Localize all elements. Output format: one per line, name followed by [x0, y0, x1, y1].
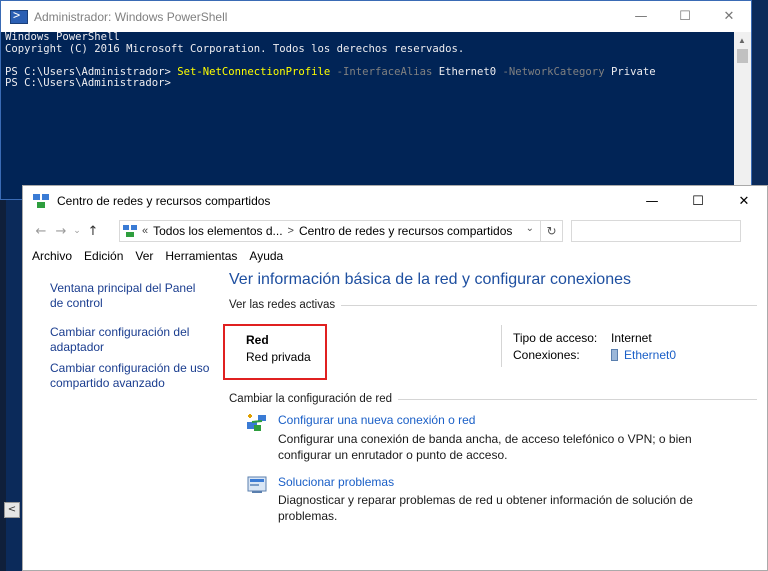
section-label: Ver las redes activas	[229, 299, 336, 311]
scrollbar-thumb[interactable]	[737, 49, 748, 63]
address-dropdown-chevron-icon[interactable]: ⌄	[526, 223, 534, 234]
maximize-button[interactable]: ☐	[675, 186, 721, 216]
menu-item-archivo[interactable]: Archivo	[32, 249, 72, 263]
powershell-window[interactable]: Administrador: Windows PowerShell — ☐ ✕ …	[0, 0, 752, 200]
scroll-up-icon[interactable]: ▲	[738, 36, 746, 45]
divider	[501, 325, 502, 367]
breadcrumb-item[interactable]: Todos los elementos d...	[153, 224, 282, 238]
console-parameter: -NetworkCategory	[496, 65, 605, 78]
console-argument: Private	[604, 65, 656, 78]
console-line: Copyright (C) 2016 Microsoft Corporation…	[5, 42, 465, 55]
section-label: Cambiar la configuración de red	[229, 393, 393, 405]
refresh-icon[interactable]: ↻	[540, 221, 562, 241]
menu-bar: Archivo Edición Ver Herramientas Ayuda	[23, 246, 767, 266]
menu-item-edicion[interactable]: Edición	[84, 249, 123, 263]
powershell-icon	[10, 8, 28, 24]
powershell-scrollbar[interactable]: ▲	[734, 32, 751, 200]
back-arrow-icon[interactable]: ←	[31, 224, 51, 239]
console-command: Set-NetConnectionProfile	[177, 65, 331, 78]
task-new-connection: Configurar una nueva conexión o red Conf…	[229, 411, 767, 471]
minimize-button[interactable]: —	[629, 186, 675, 216]
forward-arrow-icon[interactable]: →	[51, 224, 71, 239]
connection-name[interactable]: Ethernet0	[624, 348, 676, 362]
navigation-bar: ← → ⌄ ↑ « Todos los elementos d... > Cen…	[23, 216, 767, 246]
console-argument: Ethernet0	[432, 65, 497, 78]
console-parameter: -InterfaceAlias	[330, 65, 433, 78]
main-content: Ver información básica de la red y confi…	[223, 266, 767, 535]
network-center-icon	[123, 225, 137, 237]
breadcrumb-item[interactable]: Centro de redes y recursos compartidos	[299, 224, 512, 238]
sidebar-link-adapter-settings[interactable]: Cambiar configuración del adaptador	[50, 325, 210, 354]
page-title: Ver información básica de la red y confi…	[229, 271, 631, 288]
access-type-label: Tipo de acceso:	[513, 331, 598, 345]
breadcrumb-separator[interactable]: >	[288, 225, 294, 237]
search-input[interactable]	[571, 220, 741, 242]
console-line: Windows PowerShell	[5, 31, 120, 43]
sidebar-link-panel-control[interactable]: Ventana principal del Panel de control	[50, 281, 210, 310]
menu-item-ver[interactable]: Ver	[135, 249, 153, 263]
powershell-console[interactable]: Windows PowerShell Copyright (C) 2016 Mi…	[5, 31, 734, 90]
active-network-panel: Red Red privada Tipo de acceso: Internet…	[223, 311, 767, 391]
breadcrumb-overflow[interactable]: «	[142, 225, 148, 237]
up-arrow-icon[interactable]: ↑	[83, 224, 103, 239]
powershell-title: Administrador: Windows PowerShell	[34, 9, 228, 24]
address-bar[interactable]: « Todos los elementos d... > Centro de r…	[119, 220, 563, 242]
divider	[398, 398, 757, 400]
troubleshoot-link[interactable]: Solucionar problemas	[278, 475, 394, 489]
close-button[interactable]: ✕	[721, 186, 767, 216]
troubleshoot-description: Diagnosticar y reparar problemas de red …	[278, 493, 693, 523]
divider	[341, 304, 757, 306]
menu-item-herramientas[interactable]: Herramientas	[165, 249, 237, 263]
sidebar-link-sharing-settings[interactable]: Cambiar configuración de uso compartido …	[50, 361, 210, 390]
connection-link[interactable]: Ethernet0	[611, 348, 676, 362]
network-center-icon	[33, 194, 49, 208]
network-center-titlebar[interactable]: Centro de redes y recursos compartidos —…	[23, 186, 767, 216]
menu-item-ayuda[interactable]: Ayuda	[249, 249, 283, 263]
active-networks-header: Ver las redes activas	[229, 299, 767, 311]
troubleshoot-icon	[247, 476, 267, 493]
new-connection-description: Configurar una conexión de banda ancha, …	[278, 432, 692, 462]
window-title: Centro de redes y recursos compartidos	[57, 194, 271, 208]
network-center-window[interactable]: Centro de redes y recursos compartidos —…	[22, 185, 768, 571]
access-type-value: Internet	[611, 331, 652, 345]
task-troubleshoot: Solucionar problemas Diagnosticar y repa…	[229, 475, 767, 535]
network-name: Red	[246, 333, 269, 347]
minimize-button[interactable]: —	[619, 1, 663, 32]
connections-label: Conexiones:	[513, 348, 580, 362]
network-type-link[interactable]: Red privada	[246, 350, 311, 364]
powershell-titlebar[interactable]: Administrador: Windows PowerShell — ☐ ✕	[1, 1, 751, 32]
sidebar: Ventana principal del Panel de control C…	[23, 276, 223, 571]
new-connection-icon	[247, 414, 266, 431]
close-button[interactable]: ✕	[707, 1, 751, 32]
ethernet-icon	[611, 349, 618, 361]
change-settings-header: Cambiar la configuración de red	[229, 393, 767, 405]
maximize-button[interactable]: ☐	[663, 1, 707, 32]
recent-locations-chevron-icon[interactable]: ⌄	[71, 226, 83, 236]
console-prompt: PS C:\Users\Administrador>	[5, 77, 171, 89]
console-prompt: PS C:\Users\Administrador>	[5, 65, 178, 78]
new-connection-link[interactable]: Configurar una nueva conexión o red	[278, 413, 475, 427]
desktop-scroll-left-icon[interactable]: <	[4, 502, 20, 518]
